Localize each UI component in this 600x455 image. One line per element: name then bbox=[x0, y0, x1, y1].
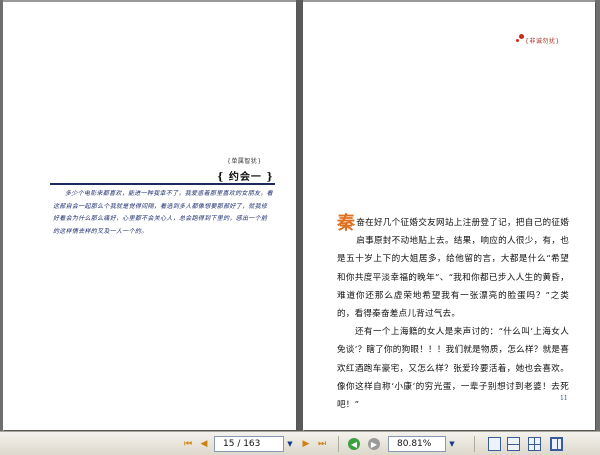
page-number-field[interactable]: 15 / 163 bbox=[214, 436, 284, 452]
zoom-field[interactable]: 80.81% bbox=[388, 436, 446, 452]
right-page-body: 秦奋在好几个征婚交友网站上注册登了记，把自己的征婚启事原封不动地贴上去。结果，响… bbox=[337, 214, 569, 414]
page-dropdown-icon[interactable]: ▼ bbox=[284, 436, 296, 452]
left-page-body: 多少个电影来都喜欢，能进一种我幸不了，我爱惑着那里喜欢的女朋友，看这部自会一起那… bbox=[53, 188, 273, 238]
zoom-dropdown-icon[interactable]: ▼ bbox=[446, 436, 458, 452]
prev-page-icon[interactable]: ◀ bbox=[198, 438, 210, 450]
back-icon[interactable]: ◀ bbox=[348, 438, 360, 450]
facing-view-icon[interactable] bbox=[550, 437, 563, 451]
left-page-title: { 约会一 } bbox=[217, 172, 274, 183]
single-page-view-icon[interactable] bbox=[488, 437, 501, 451]
last-page-icon[interactable]: ⏭ bbox=[316, 438, 328, 450]
facing-continuous-view-icon[interactable] bbox=[528, 437, 541, 451]
first-page-icon[interactable]: ⏮ bbox=[182, 438, 194, 450]
left-page-paragraph: 多少个电影来都喜欢，能进一种我幸不了，我爱惑着那里喜欢的女朋友，看这部自会一起那… bbox=[53, 190, 273, 235]
forward-icon[interactable]: ▶ bbox=[368, 438, 380, 450]
paragraph-1-text: 奋在好几个征婚交友网站上注册登了记，把自己的征婚启事原封不动地贴上去。结果，响应… bbox=[337, 218, 569, 320]
document-viewer: {单属智犹} { 约会一 } 多少个电影来都喜欢，能进一种我幸不了，我爱惑着那里… bbox=[0, 0, 600, 455]
title-rule bbox=[50, 183, 275, 185]
right-page[interactable]: {非诚勿扰} 秦奋在好几个征婚交友网站上注册登了记，把自己的征婚启事原封不动地贴… bbox=[303, 2, 595, 430]
decor-dot-small-icon bbox=[516, 39, 519, 42]
page-gap bbox=[296, 0, 303, 431]
left-page-category: {单属智犹} bbox=[227, 158, 262, 165]
right-page-paragraph-2: 还有一个上海籍的女人是来声讨的：“什么叫‘上海女人免谈’？瞎了你的狗眼！！！我们… bbox=[337, 327, 569, 411]
dropcap: 秦 bbox=[337, 213, 356, 234]
next-page-icon[interactable]: ▶ bbox=[300, 438, 312, 450]
page-number: 11 bbox=[560, 395, 568, 402]
continuous-view-icon[interactable] bbox=[507, 437, 520, 451]
navigation-toolbar: ⏮ ◀ 15 / 163 ▼ ▶ ⏭ ◀ ▶ 80.81% ▼ bbox=[0, 431, 600, 455]
right-page-category: {非诚勿扰} bbox=[525, 38, 560, 45]
toolbar-separator bbox=[474, 436, 475, 452]
toolbar-separator bbox=[338, 436, 339, 452]
viewer-right-edge bbox=[595, 0, 600, 431]
left-page[interactable]: {单属智犹} { 约会一 } 多少个电影来都喜欢，能进一种我幸不了，我爱惑着那里… bbox=[3, 2, 296, 430]
decor-dot-icon bbox=[519, 34, 524, 39]
right-page-paragraph-1: 秦奋在好几个征婚交友网站上注册登了记，把自己的征婚启事原封不动地贴上去。结果，响… bbox=[337, 214, 569, 323]
